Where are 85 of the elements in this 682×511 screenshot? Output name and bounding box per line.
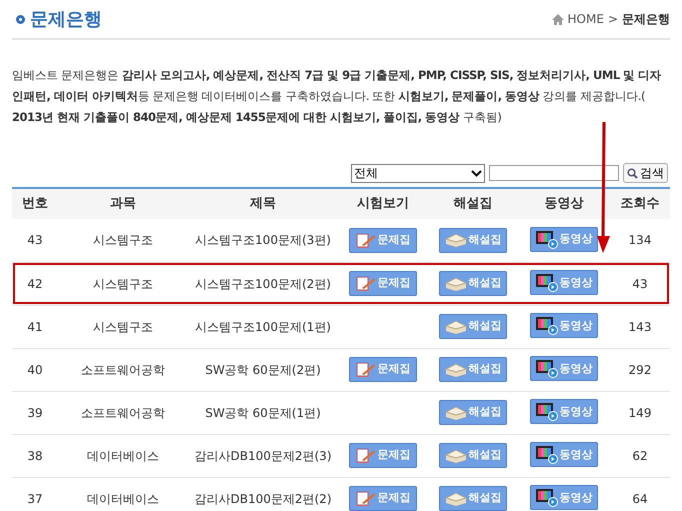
column-header: 번호 xyxy=(22,196,48,212)
title-cell: 시스템구조100문제(1편) xyxy=(195,320,331,334)
subject-cell: 시스템구조 xyxy=(93,233,153,248)
exam-button[interactable]: 문제집 xyxy=(349,486,417,511)
subject-cell: 소프트웨어공학 xyxy=(81,362,165,376)
intro-paragraph: 임베스트 문제은행은 감리사 모의고사, 예상문제, 전산직 7급 및 9급 기출문제, PMP, CISSP, SIS, 정보처리기사, UML 및 디자인패턴, 데이터 아키텍처등 문제은행 데이터베이스를 구축하였습니다. 또한 시험보기, 문제풀이, 동영상 강의를 제공합니다.( 2013년 현재 기출풀이 840문제, 예상문제 1455문제에 대한 시험보기, 풀이집, 동영상 구축됨) xyxy=(12,67,662,126)
monitor-play-icon xyxy=(536,360,558,378)
row-number: 38 xyxy=(27,448,43,462)
monitor-play-icon xyxy=(536,230,558,248)
view-count: 134 xyxy=(628,233,652,248)
solution-button[interactable]: 해설집 xyxy=(439,443,507,468)
breadcrumb-separator: > xyxy=(608,11,618,28)
view-count: 62 xyxy=(632,448,648,462)
video-button[interactable]: 동영상 xyxy=(530,442,598,468)
book-icon xyxy=(444,276,466,290)
breadcrumb-current: 문제은행 xyxy=(622,11,670,28)
subject-cell: 시스템구조 xyxy=(93,276,153,290)
view-count: 143 xyxy=(628,320,652,334)
view-count: 64 xyxy=(632,492,648,506)
pencil-paper-icon xyxy=(356,361,376,378)
column-header: 시험보기 xyxy=(357,196,409,212)
video-button[interactable]: 동영상 xyxy=(530,356,598,382)
title-cell: 감리사DB100문제2편(3) xyxy=(194,448,332,462)
book-icon xyxy=(444,233,466,248)
category-select[interactable]: 전체 xyxy=(351,164,485,182)
bullet-icon xyxy=(16,14,25,24)
video-button[interactable]: 동영상 xyxy=(530,313,598,338)
search-field[interactable] xyxy=(489,165,619,181)
exam-button[interactable]: 문제집 xyxy=(349,270,417,296)
book-icon xyxy=(444,492,466,506)
monitor-play-icon xyxy=(536,316,558,335)
column-header: 과목 xyxy=(110,196,136,212)
search-icon xyxy=(627,168,638,178)
book-icon xyxy=(444,320,466,334)
solution-button[interactable]: 해설집 xyxy=(439,314,507,339)
monitor-play-icon xyxy=(536,446,558,464)
video-button[interactable]: 동영상 xyxy=(530,270,598,296)
title-cell: 감리사DB100문제2편(2) xyxy=(194,492,332,506)
pencil-paper-icon xyxy=(356,447,376,464)
solution-button[interactable]: 해설집 xyxy=(439,228,507,253)
row-number: 42 xyxy=(27,276,43,290)
column-header: 조회수 xyxy=(620,196,660,212)
monitor-play-icon xyxy=(536,274,558,292)
home-link[interactable]: HOME xyxy=(568,10,604,28)
solution-button[interactable]: 해설집 xyxy=(439,400,507,425)
monitor-play-icon xyxy=(536,402,558,421)
pencil-paper-icon xyxy=(356,490,376,506)
view-count: 292 xyxy=(628,362,652,376)
pencil-paper-icon xyxy=(356,232,376,248)
row-number: 37 xyxy=(27,492,43,506)
search-button[interactable]: 검색 xyxy=(623,163,668,183)
column-header: 동영상 xyxy=(544,196,584,212)
exam-button[interactable]: 문제집 xyxy=(349,356,417,382)
view-count: 43 xyxy=(632,276,648,290)
title-cell: 시스템구조100문제(3편) xyxy=(195,233,331,248)
title-cell: SW공학 60문제(1편) xyxy=(205,406,321,420)
pencil-paper-icon xyxy=(356,275,376,292)
page-title: 문제은행 xyxy=(30,8,102,32)
solution-button[interactable]: 해설집 xyxy=(439,486,507,511)
subject-cell: 데이터베이스 xyxy=(87,492,159,506)
video-button[interactable]: 동영상 xyxy=(530,227,598,252)
monitor-play-icon xyxy=(536,488,558,507)
exam-button[interactable]: 문제집 xyxy=(349,228,417,252)
row-number: 40 xyxy=(27,362,43,376)
subject-cell: 소프트웨어공학 xyxy=(81,406,165,420)
video-button[interactable]: 동영상 xyxy=(530,399,598,424)
column-header: 해설집 xyxy=(454,196,492,212)
view-count: 149 xyxy=(628,406,652,420)
row-number: 41 xyxy=(27,320,43,334)
solution-button[interactable]: 해설집 xyxy=(439,357,507,382)
solution-button[interactable]: 해설집 xyxy=(439,271,507,296)
book-icon xyxy=(444,362,466,376)
row-number: 43 xyxy=(27,233,43,248)
video-button[interactable]: 동영상 xyxy=(530,485,598,510)
column-header: 제목 xyxy=(250,196,276,212)
exam-button[interactable]: 문제집 xyxy=(349,442,417,468)
subject-cell: 시스템구조 xyxy=(93,320,153,334)
title-cell: 시스템구조100문제(2편) xyxy=(195,276,331,290)
subject-cell: 데이터베이스 xyxy=(87,448,159,462)
chevron-down-icon xyxy=(471,170,482,176)
book-icon xyxy=(444,406,466,420)
row-number: 39 xyxy=(27,406,43,420)
title-cell: SW공학 60문제(2편) xyxy=(205,362,321,376)
book-icon xyxy=(444,448,466,462)
home-icon xyxy=(552,14,564,24)
